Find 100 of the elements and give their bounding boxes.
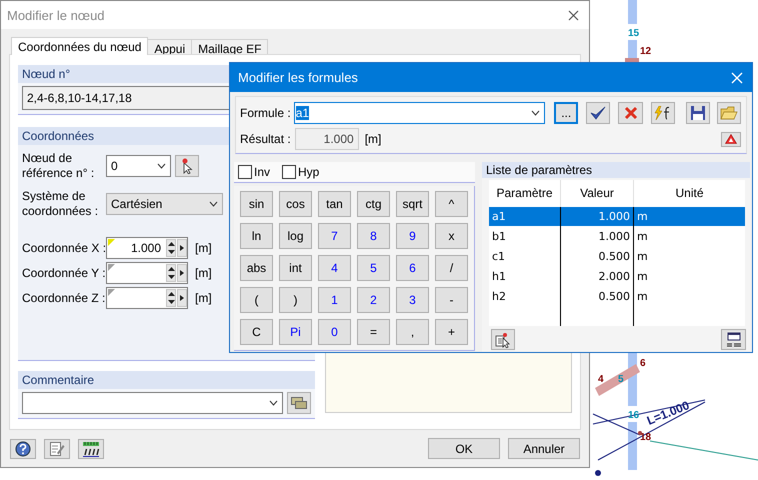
checkbox[interactable] <box>282 165 296 179</box>
table-cell: 0.500 <box>560 246 634 266</box>
function-button[interactable] <box>650 102 675 124</box>
browse-button[interactable]: ... <box>554 102 578 124</box>
pick-parameter-button[interactable] <box>491 329 515 350</box>
dropdown-caret-icon <box>269 400 278 406</box>
calculator-key[interactable]: 4 <box>318 255 351 281</box>
node-point <box>638 431 642 435</box>
units-button[interactable] <box>78 438 104 458</box>
parameter-row[interactable]: a1 1.000 m <box>489 206 745 226</box>
window-equation-icon <box>724 332 742 348</box>
calculator-key[interactable]: sqrt <box>396 191 429 217</box>
checkbox[interactable] <box>238 165 252 179</box>
menu-arrow-button[interactable] <box>177 264 187 282</box>
cancel-button[interactable] <box>618 102 643 124</box>
table-cell: 1.000 <box>560 206 634 226</box>
library-button[interactable] <box>287 392 311 414</box>
calculator-key[interactable]: 9 <box>396 223 429 249</box>
parameter-row[interactable]: b1 1.000 m <box>489 226 745 246</box>
calculator-key[interactable]: 3 <box>396 287 429 313</box>
coordinate-system-dropdown[interactable]: Cartésien <box>106 193 223 215</box>
menu-arrow-button[interactable] <box>177 239 187 257</box>
checkbox-label: Inv <box>254 165 270 179</box>
table-cell: m <box>634 206 745 226</box>
field-label: Coordonnée Y : <box>22 266 106 280</box>
up-down-arrows-icon <box>168 267 174 279</box>
tab[interactable]: Coordonnées du nœud <box>11 37 148 55</box>
calculator-key[interactable]: + <box>435 319 468 345</box>
up-down-arrows-icon <box>168 242 174 254</box>
pick-node-button[interactable] <box>175 155 199 177</box>
calculator-key[interactable]: Pi <box>279 319 312 345</box>
calculator-key[interactable]: 1 <box>318 287 351 313</box>
calculator-key[interactable]: x <box>435 223 468 249</box>
parameter-row[interactable]: c1 0.500 m <box>489 246 745 266</box>
calculator-key[interactable]: 6 <box>396 255 429 281</box>
dialog-button[interactable]: Annuler <box>508 438 580 459</box>
spin-button[interactable] <box>166 264 176 282</box>
pointer-list-icon <box>495 332 511 348</box>
edit-button[interactable] <box>44 438 70 458</box>
calculator-key[interactable]: C <box>240 319 273 345</box>
dropdown-caret-icon <box>209 201 218 207</box>
calculator-key[interactable]: ^ <box>435 191 468 217</box>
table-cell: h1 <box>489 266 560 286</box>
checkbox-label: Hyp <box>298 165 320 179</box>
stacked-windows-icon <box>291 397 308 409</box>
calculator-key[interactable]: - <box>435 287 468 313</box>
calculator-key[interactable]: 5 <box>357 255 390 281</box>
accept-button[interactable] <box>586 102 610 124</box>
field-label: Résultat : <box>240 132 291 146</box>
ruler-decimals-icon <box>82 440 100 456</box>
formula-dropdown[interactable]: a1 <box>294 102 546 124</box>
folder-icon <box>720 106 738 120</box>
collapse-button[interactable] <box>721 132 741 146</box>
member-label: 18 <box>640 432 652 443</box>
close-icon[interactable] <box>568 10 579 20</box>
calculator-key[interactable]: = <box>357 319 390 345</box>
coordinate-input[interactable] <box>106 262 188 284</box>
calculator-key[interactable]: , <box>396 319 429 345</box>
reference-node-dropdown[interactable]: 0 <box>106 155 171 177</box>
dropdown-caret-icon <box>157 163 166 169</box>
calculator-key[interactable]: 7 <box>318 223 351 249</box>
table-cell: m <box>634 246 745 266</box>
dialog-button[interactable]: OK <box>428 438 500 459</box>
calculator-key[interactable]: tan <box>318 191 351 217</box>
calculator-key[interactable]: 0 <box>318 319 351 345</box>
spin-button[interactable] <box>166 239 176 257</box>
calculator-key[interactable]: cos <box>279 191 312 217</box>
calculator-key[interactable]: ctg <box>357 191 390 217</box>
coordinate-input[interactable]: 1.000 <box>106 237 188 259</box>
calculator-key[interactable]: 8 <box>357 223 390 249</box>
calculator-key[interactable]: ln <box>240 223 273 249</box>
column-segment <box>628 422 637 470</box>
comment-dropdown[interactable] <box>22 392 284 414</box>
calculator-key[interactable]: sin <box>240 191 273 217</box>
spin-button[interactable] <box>166 289 176 307</box>
help-button[interactable] <box>10 438 36 458</box>
calculator-key[interactable]: 2 <box>357 287 390 313</box>
arrow-right-icon <box>180 295 184 301</box>
calculator-key[interactable]: / <box>435 255 468 281</box>
menu-arrow-button[interactable] <box>177 289 187 307</box>
parameter-row[interactable]: h2 0.500 m <box>489 286 745 306</box>
checkmark-icon <box>590 106 606 120</box>
calculator-key[interactable]: abs <box>240 255 273 281</box>
tab[interactable]: Maillage EF <box>191 39 268 54</box>
calculator-key[interactable]: ( <box>240 287 273 313</box>
group-header: Liste de paramètres <box>482 162 750 178</box>
open-button[interactable] <box>716 102 741 124</box>
parameter-editor-button[interactable] <box>721 329 746 350</box>
save-button[interactable] <box>686 102 710 124</box>
pointer-pin-icon <box>180 158 194 174</box>
calculator-key[interactable]: int <box>279 255 312 281</box>
calculator-key[interactable]: ) <box>279 287 312 313</box>
field-label: Coordonnée Z : <box>22 290 106 306</box>
coordinate-input[interactable] <box>106 287 188 309</box>
calculator-key[interactable]: log <box>279 223 312 249</box>
unit-label: [m] <box>195 291 212 305</box>
column-header: Unité <box>634 180 745 207</box>
tab[interactable]: Appui <box>147 39 192 54</box>
parameter-row[interactable]: h1 2.000 m <box>489 266 745 286</box>
warning-triangle-icon <box>725 134 737 144</box>
